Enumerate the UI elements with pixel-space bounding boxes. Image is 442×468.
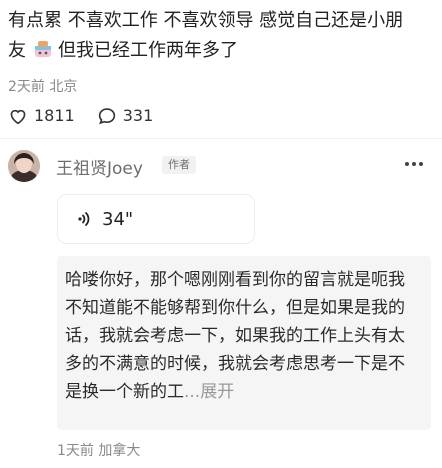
voice-duration: 34" [102,208,134,230]
post-time: 2天前 [8,79,45,95]
transcript-text: 哈喽你好，那个嗯刚刚看到你的留言就是呃我不知道能不能够帮到你什么，但是如果是我的… [65,270,405,402]
transcript-ellipsis: ... [184,382,201,402]
comment-count: 331 [122,106,154,125]
comment-location: 加拿大 [98,443,141,459]
voice-message[interactable]: 34" [57,194,255,244]
baby-bottle-emoji-icon [32,39,54,59]
divider [0,138,442,139]
author-name[interactable]: 王祖贤Joey [56,154,143,179]
post-location: 北京 [49,79,78,95]
post-text-line1: 有点累 不喜欢工作 不喜欢领导 感觉自己还是小朋 [8,10,404,31]
voice-transcript: 哈喽你好，那个嗯刚刚看到你的留言就是呃我不知道能不能够帮到你什么，但是如果是我的… [57,256,431,430]
avatar[interactable] [8,150,40,182]
comment-meta: 1天前 加拿大 [57,440,140,460]
post-meta: 2天前 北京 [8,76,77,96]
heart-icon [10,109,26,124]
comment-page: 有点累 不喜欢工作 不喜欢领导 感觉自己还是小朋 友 但我已经工作两年多了 2天… [0,0,442,468]
post-stats: 1811 331 [8,106,175,125]
comment-time: 1天前 [57,443,94,459]
expand-button[interactable]: 展开 [200,382,234,402]
more-options-icon[interactable] [404,160,424,168]
post-text-line2-start: 友 [8,40,26,61]
comment-bubble-icon [98,107,115,124]
post-body: 有点累 不喜欢工作 不喜欢领导 感觉自己还是小朋 友 但我已经工作两年多了 [8,6,436,66]
comment-button[interactable]: 331 [97,106,154,125]
author-badge: 作者 [162,156,196,174]
like-count: 1811 [34,106,75,125]
sound-wave-icon [78,212,90,226]
like-button[interactable]: 1811 [8,106,75,125]
post-text-line2-end: 但我已经工作两年多了 [58,40,238,61]
